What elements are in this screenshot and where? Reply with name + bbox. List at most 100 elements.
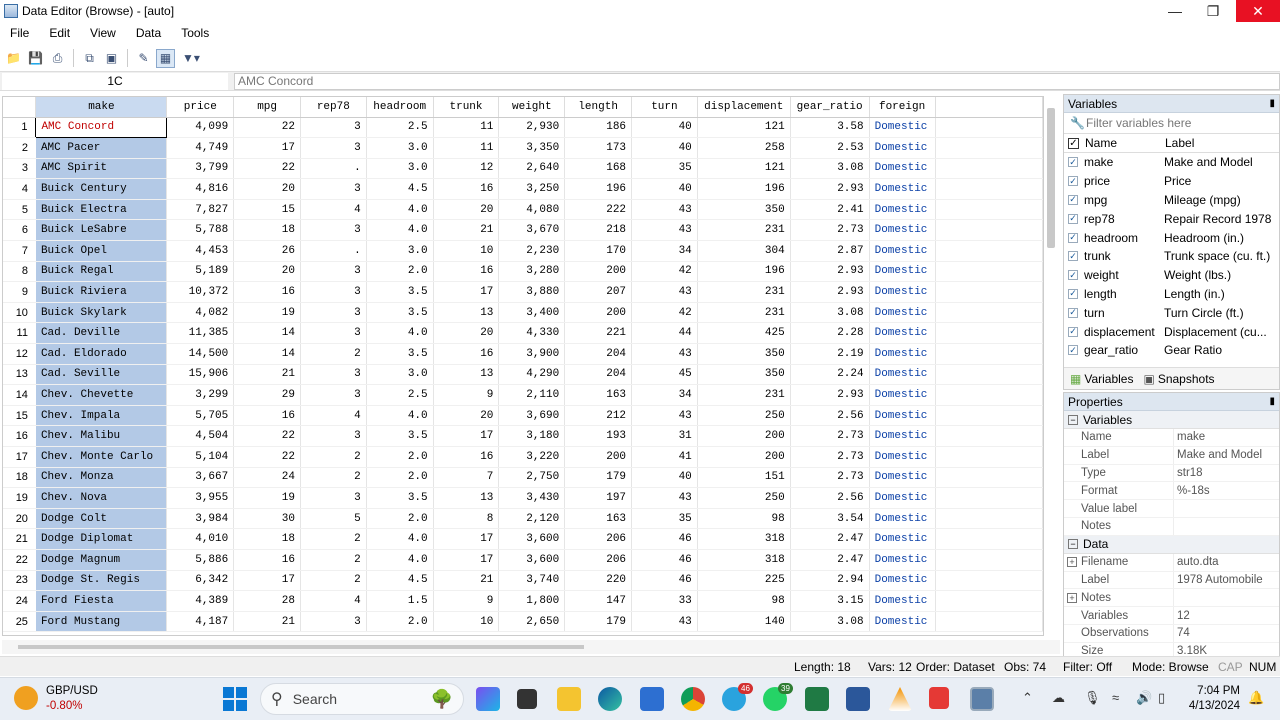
- row-number[interactable]: 7: [3, 240, 36, 262]
- chevron-up-icon[interactable]: ⌃: [1022, 690, 1033, 706]
- close-button[interactable]: ✕: [1236, 0, 1280, 22]
- variable-row[interactable]: ✓ mpg Mileage (mpg): [1064, 191, 1279, 210]
- cell-length[interactable]: 212: [564, 405, 633, 427]
- cell-foreign[interactable]: Domestic: [869, 219, 936, 242]
- property-row[interactable]: + Filename auto.dta: [1064, 553, 1279, 572]
- cell-rep78[interactable]: 3: [300, 178, 367, 200]
- cell-weight[interactable]: 2,110: [498, 384, 566, 406]
- menu-edit[interactable]: Edit: [39, 26, 80, 40]
- cell-displacement[interactable]: 350: [697, 343, 791, 365]
- cell-headroom[interactable]: 4.5: [366, 178, 434, 200]
- stata-icon[interactable]: [970, 687, 994, 711]
- cell-rep78[interactable]: 3: [300, 322, 367, 345]
- column-header-turn[interactable]: turn: [631, 97, 698, 118]
- cell-displacement[interactable]: 196: [697, 178, 791, 200]
- cell-foreign[interactable]: Domestic: [869, 343, 936, 365]
- cell-length[interactable]: 200: [564, 261, 633, 283]
- cell-displacement[interactable]: 200: [697, 446, 791, 468]
- cell-mpg[interactable]: 26: [233, 240, 301, 262]
- row-number[interactable]: 25: [3, 611, 36, 633]
- cell-weight[interactable]: 3,250: [498, 178, 566, 200]
- cell-gear_ratio[interactable]: 2.73: [790, 425, 870, 447]
- cell-rep78[interactable]: 3: [300, 137, 367, 159]
- cell-mpg[interactable]: 17: [233, 570, 301, 592]
- cell-price[interactable]: 4,504: [166, 425, 235, 447]
- variable-checkbox[interactable]: ✓: [1068, 176, 1078, 187]
- ticker-widget[interactable]: GBP/USD -0.80%: [14, 684, 98, 714]
- table-row[interactable]: 1 AMC Concord 4,099 22 3 2.5 11 2,930 186 40 121 3.…: [3, 116, 1043, 139]
- cell-headroom[interactable]: 4.0: [366, 528, 434, 550]
- variable-row[interactable]: ✓ displacement Displacement (cu...: [1064, 322, 1279, 341]
- row-number[interactable]: 20: [3, 508, 36, 530]
- cell-trunk[interactable]: 16: [433, 343, 500, 365]
- cell-weight[interactable]: 3,220: [498, 446, 566, 468]
- variable-checkbox[interactable]: ✓: [1068, 307, 1078, 318]
- minimize-button[interactable]: —: [1156, 0, 1194, 22]
- cell-make[interactable]: AMC Spirit: [35, 158, 168, 180]
- cell-mpg[interactable]: 14: [233, 322, 301, 345]
- table-row[interactable]: 2 AMC Pacer 4,749 17 3 3.0 11 3,350 173 40 258 2.53…: [3, 137, 1043, 159]
- cell-weight[interactable]: 2,750: [498, 467, 566, 489]
- cell-make[interactable]: Ford Mustang: [35, 611, 168, 633]
- cell-trunk[interactable]: 13: [433, 487, 500, 509]
- cell-mpg[interactable]: 16: [233, 405, 301, 427]
- cell-headroom[interactable]: 3.5: [366, 487, 434, 509]
- cell-mpg[interactable]: 21: [233, 364, 301, 386]
- filter-icon[interactable]: ▼▾: [178, 49, 204, 68]
- paste-icon[interactable]: ▣: [102, 49, 121, 68]
- cell-price[interactable]: 6,342: [166, 570, 235, 592]
- cell-mpg[interactable]: 20: [233, 178, 301, 200]
- cell-price[interactable]: 4,389: [166, 590, 235, 612]
- cell-mpg[interactable]: 28: [233, 590, 301, 612]
- table-row[interactable]: 10 Buick Skylark 4,082 19 3 3.5 13 3,400 200 42 23…: [3, 302, 1043, 324]
- cell-price[interactable]: 5,886: [166, 549, 235, 571]
- table-row[interactable]: 18 Chev. Monza 3,667 24 2 2.0 7 2,750 179 40 151 2.…: [3, 467, 1043, 489]
- cell-displacement[interactable]: 231: [697, 281, 791, 303]
- cell-trunk[interactable]: 17: [433, 528, 500, 550]
- cell-length[interactable]: 206: [564, 528, 633, 550]
- cell-turn[interactable]: 40: [631, 178, 698, 200]
- cell-trunk[interactable]: 20: [433, 405, 500, 427]
- cell-price[interactable]: 5,189: [166, 261, 235, 283]
- cell-make[interactable]: AMC Concord: [35, 116, 168, 139]
- cell-weight[interactable]: 3,900: [498, 343, 566, 365]
- cell-foreign[interactable]: Domestic: [869, 425, 936, 447]
- cell-trunk[interactable]: 10: [433, 611, 500, 633]
- cell-headroom[interactable]: 2.0: [366, 446, 434, 468]
- cell-weight[interactable]: 1,800: [498, 590, 566, 612]
- cell-foreign[interactable]: Domestic: [869, 446, 936, 468]
- row-number[interactable]: 8: [3, 261, 36, 283]
- edit-mode-icon[interactable]: ✎: [134, 49, 153, 68]
- cell-foreign[interactable]: Domestic: [869, 240, 936, 262]
- cell-turn[interactable]: 34: [631, 240, 698, 262]
- cell-headroom[interactable]: 4.0: [366, 549, 434, 571]
- menu-file[interactable]: File: [0, 26, 39, 40]
- cell-weight[interactable]: 4,290: [498, 364, 566, 386]
- cell-mpg[interactable]: 14: [233, 343, 301, 365]
- cell-price[interactable]: 4,082: [166, 302, 235, 324]
- cell-rep78[interactable]: 3: [300, 364, 367, 386]
- variable-row[interactable]: ✓ weight Weight (lbs.): [1064, 266, 1279, 285]
- cell-rep78[interactable]: 3: [300, 117, 367, 139]
- cell-make[interactable]: Buick Opel: [35, 240, 168, 262]
- cell-rep78[interactable]: 3: [300, 487, 367, 509]
- cell-trunk[interactable]: 11: [433, 117, 500, 139]
- row-number[interactable]: 2: [3, 137, 36, 159]
- property-row[interactable]: Notes: [1064, 517, 1279, 536]
- cell-length[interactable]: 218: [564, 219, 633, 242]
- cell-displacement[interactable]: 231: [697, 384, 791, 406]
- row-number[interactable]: 6: [3, 219, 36, 242]
- cell-headroom[interactable]: 3.0: [366, 137, 434, 159]
- cell-headroom[interactable]: 3.0: [366, 158, 434, 180]
- cell-headroom[interactable]: 4.0: [366, 322, 434, 345]
- property-row[interactable]: Name make: [1064, 429, 1279, 447]
- variable-checkbox[interactable]: ✓: [1068, 194, 1078, 205]
- cell-displacement[interactable]: 350: [697, 199, 791, 221]
- cell-length[interactable]: 206: [564, 549, 633, 571]
- cell-rep78[interactable]: 2: [300, 549, 367, 571]
- cell-headroom[interactable]: 2.0: [366, 261, 434, 283]
- cell-turn[interactable]: 35: [631, 508, 698, 530]
- row-number[interactable]: 24: [3, 590, 36, 612]
- cell-foreign[interactable]: Domestic: [869, 611, 936, 633]
- cell-rep78[interactable]: 3: [300, 302, 367, 324]
